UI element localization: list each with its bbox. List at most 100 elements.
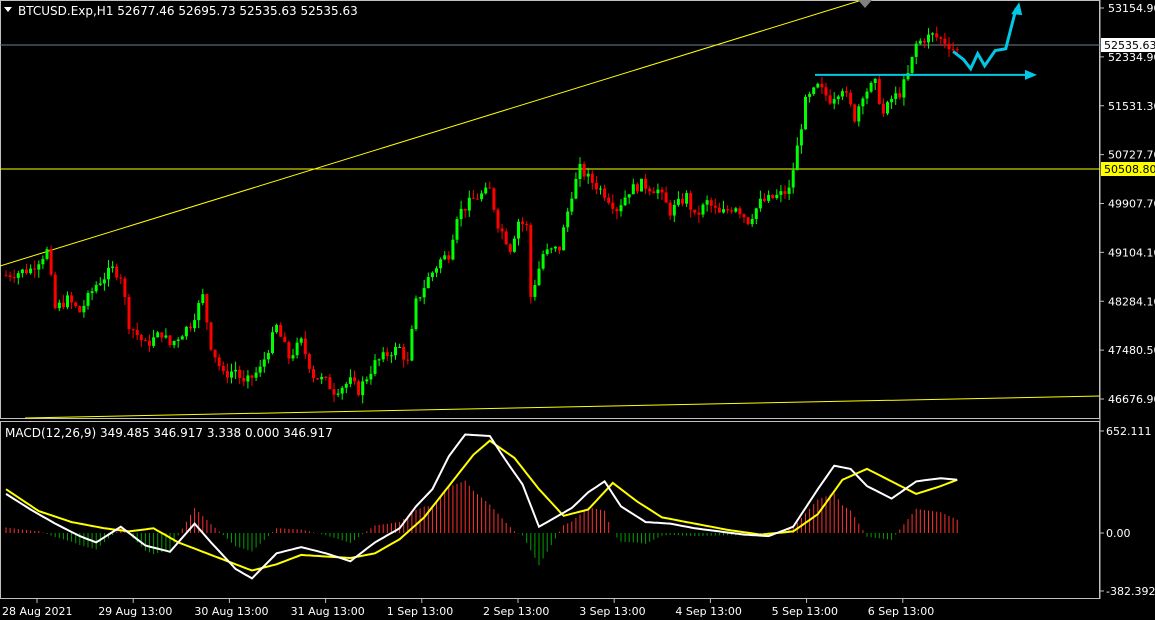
bear-candle [763, 198, 766, 201]
bear-candle [115, 266, 119, 278]
bull-candle [90, 291, 94, 294]
bull-candle [566, 211, 570, 228]
bull-candle [467, 197, 471, 211]
bull-candle [291, 355, 295, 359]
bull-candle [414, 298, 418, 330]
bear-candle [717, 207, 721, 213]
bear-candle [353, 377, 356, 382]
bull-candle [107, 267, 110, 280]
bear-candle [160, 332, 164, 338]
level-label: 50508.80 [1104, 163, 1155, 176]
bull-candle [20, 269, 24, 274]
bear-candle [824, 87, 828, 96]
bear-candle [303, 338, 307, 355]
bull-candle [340, 387, 344, 394]
bull-candle [320, 376, 324, 380]
bear-candle [955, 49, 959, 51]
bull-candle [517, 221, 520, 239]
bull-candle [398, 346, 402, 348]
time-tick-label: 6 Sep 13:00 [868, 605, 934, 618]
bear-candle [521, 221, 525, 225]
bull-candle [640, 178, 643, 192]
upper-trend-line [0, 0, 863, 267]
bear-candle [697, 212, 701, 215]
bull-candle [98, 283, 102, 285]
bull-candle [672, 204, 676, 216]
bull-candle [66, 295, 69, 308]
bull-candle [275, 324, 279, 333]
bull-candle [86, 293, 90, 306]
bull-candle [180, 336, 184, 340]
bear-candle [644, 178, 648, 189]
bull-candle [176, 339, 180, 342]
time-tick-label: 1 Sep 13:00 [387, 605, 453, 618]
bear-candle [615, 208, 619, 212]
bull-candle [344, 383, 348, 388]
bull-candle [262, 359, 266, 367]
forecast-arrows[interactable] [815, 2, 1037, 80]
bull-candle [234, 369, 238, 372]
bear-candle [492, 188, 496, 210]
bull-candle [779, 191, 783, 195]
bear-candle [738, 208, 742, 215]
bear-candle [525, 224, 529, 226]
time-tick-label: 4 Sep 13:00 [675, 605, 741, 618]
chart-header-text: BTCUSD.Exp,H1 52677.46 52695.73 52535.63… [18, 4, 358, 18]
bull-candle [365, 379, 369, 382]
bull-candle [230, 371, 233, 378]
bull-candle [266, 353, 270, 360]
bear-candle [611, 202, 615, 209]
price-tick-label: 52334.90 [1108, 51, 1155, 64]
bull-candle [758, 198, 762, 209]
bull-candle [918, 40, 922, 44]
bull-candle [545, 249, 549, 255]
bear-candle [4, 275, 8, 277]
bear-candle [922, 40, 926, 43]
bull-candle [172, 341, 176, 346]
trend-lines[interactable] [0, 0, 1101, 419]
bear-candle [648, 188, 652, 192]
bull-candle [754, 208, 758, 219]
bear-candle [78, 306, 82, 313]
price-tick-label: 50727.70 [1108, 149, 1155, 162]
bear-candle [205, 294, 209, 323]
bull-candle [599, 188, 602, 190]
bear-candle [12, 277, 16, 279]
triangle-down-icon[interactable] [4, 7, 12, 12]
bear-candle [53, 274, 57, 309]
bull-candle [869, 82, 873, 92]
bear-candle [135, 329, 139, 335]
bull-candle [29, 268, 33, 274]
bear-candle [845, 91, 848, 93]
bear-candle [652, 191, 656, 194]
bear-candle [283, 336, 287, 343]
bull-candle [627, 194, 631, 198]
bull-candle [361, 381, 365, 396]
bull-candle [541, 254, 545, 269]
time-tick-label: 3 Sep 13:00 [579, 605, 645, 618]
price-tick-label: 48284.10 [1108, 295, 1155, 308]
time-axis: 28 Aug 2021 29 Aug 13:00 30 Aug 13:00 31 Au… [2, 599, 934, 618]
bear-candle [681, 198, 684, 204]
bear-candle [603, 188, 607, 198]
current-price-label: 52535.63 [1104, 39, 1155, 52]
chart-canvas[interactable]: 53154.90 52334.90 51531.30 50727.70 49907.70… [0, 0, 1155, 620]
bear-candle [213, 349, 217, 358]
bull-candle [439, 259, 443, 269]
bull-candle [369, 373, 373, 380]
bear-candle [504, 231, 508, 245]
bull-candle [619, 205, 623, 212]
bear-candle [713, 205, 717, 208]
bear-candle [312, 368, 315, 379]
candles-layer[interactable] [4, 26, 959, 404]
bull-candle [246, 375, 250, 382]
macd-tick-label: 652.111 [1106, 425, 1152, 438]
bear-candle [168, 335, 172, 346]
price-tick-label: 49907.70 [1108, 198, 1155, 211]
bull-candle [258, 366, 262, 373]
bear-candle [726, 209, 730, 211]
bear-candle [25, 269, 28, 274]
bull-candle [795, 145, 799, 171]
bull-candle [578, 163, 582, 179]
bear-candle [238, 369, 242, 378]
